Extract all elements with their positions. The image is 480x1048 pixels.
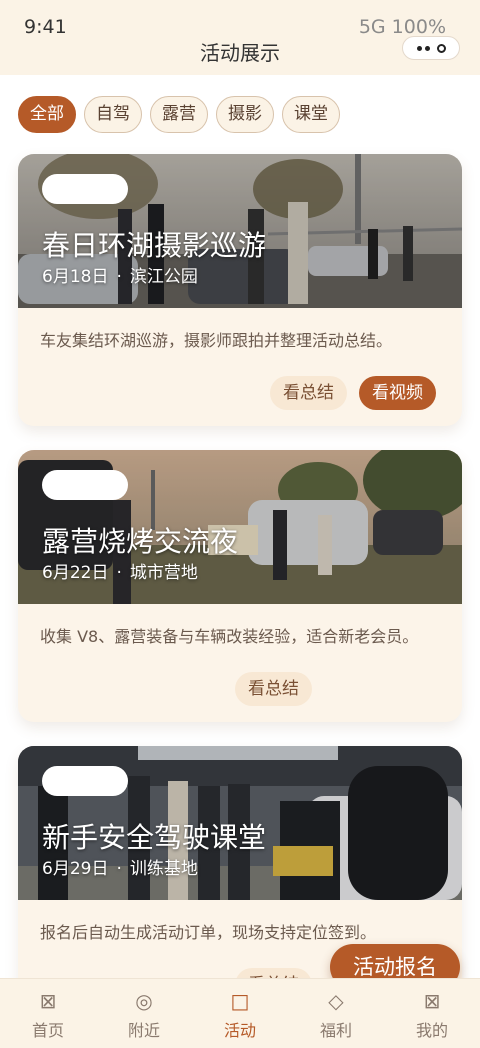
view-video-button[interactable]: 看视频 — [359, 376, 436, 410]
tab-home[interactable]: ⊠ 首页 — [0, 979, 96, 1048]
close-circle-icon — [436, 43, 446, 53]
diamond-icon: ◇ — [328, 989, 344, 1013]
event-meta: 6月18日 · 滨江公园 — [42, 267, 198, 287]
event-location: 训练基地 — [129, 859, 198, 879]
filter-chip-all[interactable]: 全部 — [18, 96, 76, 133]
target-icon: ◎ — [135, 989, 153, 1013]
filter-chip-class[interactable]: 课堂 — [282, 96, 340, 133]
tab-label: 附近 — [127, 1021, 160, 1040]
event-title: 露营烧烤交流夜 — [42, 525, 239, 558]
event-photo: 露营烧烤交流夜 6月22日 · 城市营地 — [18, 450, 462, 604]
more-dot-icon — [424, 45, 430, 51]
category-badge — [42, 174, 128, 204]
filter-chip-camping[interactable]: 露营 — [150, 96, 208, 133]
event-description: 收集 V8、露营装备与车辆改装经验，适合新老会员。 — [40, 627, 419, 646]
category-badge — [42, 766, 128, 796]
event-photo: 春日环湖摄影巡游 6月18日 · 滨江公园 — [18, 154, 462, 308]
event-actions: 看总结 — [235, 672, 436, 706]
event-title: 新手安全驾驶课堂 — [42, 821, 267, 854]
view-summary-button[interactable]: 看总结 — [270, 376, 347, 410]
event-actions: 看总结 看视频 — [270, 376, 436, 410]
more-dot-icon — [416, 45, 422, 51]
filter-chip-photography[interactable]: 摄影 — [216, 96, 274, 133]
event-card[interactable]: 春日环湖摄影巡游 6月18日 · 滨江公园 车友集结环湖巡游，摄影师跟拍并整理活动总… — [18, 154, 462, 426]
tab-label: 活动 — [223, 1021, 256, 1040]
event-date: 6月22日 — [42, 563, 109, 583]
header: 9:41 5G 100% 活动展示 — [0, 0, 480, 75]
view-summary-button[interactable]: 看总结 — [235, 672, 312, 706]
event-card[interactable]: 露营烧烤交流夜 6月22日 · 城市营地 收集 V8、露营装备与车辆改装经验，适合新… — [18, 450, 462, 722]
event-meta: 6月29日 · 训练基地 — [42, 859, 198, 879]
filter-bar: 全部 自驾 露营 摄影 课堂 — [18, 96, 340, 133]
bottom-tab-bar: ⊠ 首页 ◎ 附近 □ 活动 ◇ 福利 ⊠ 我的 — [0, 978, 480, 1048]
event-location: 滨江公园 — [129, 267, 198, 287]
event-date: 6月18日 — [42, 267, 109, 287]
event-date: 6月29日 — [42, 859, 109, 879]
category-badge — [42, 470, 128, 500]
box-x-icon: ⊠ — [423, 989, 441, 1013]
tab-events[interactable]: □ 活动 — [192, 979, 288, 1048]
tab-label: 首页 — [31, 1021, 64, 1040]
event-photo: 新手安全驾驶课堂 6月29日 · 训练基地 — [18, 746, 462, 900]
square-icon: □ — [230, 989, 250, 1013]
event-location: 城市营地 — [129, 563, 198, 583]
event-title: 春日环湖摄影巡游 — [42, 229, 267, 262]
status-time: 9:41 — [24, 16, 67, 38]
tab-label: 福利 — [319, 1021, 352, 1040]
tab-profile[interactable]: ⊠ 我的 — [384, 979, 480, 1048]
event-meta: 6月22日 · 城市营地 — [42, 563, 198, 583]
menu-capsule-button[interactable] — [402, 36, 460, 60]
tab-label: 我的 — [415, 1021, 448, 1040]
event-description: 报名后自动生成活动订单，现场支持定位签到。 — [40, 923, 377, 942]
filter-chip-selfdrive[interactable]: 自驾 — [84, 96, 142, 133]
box-x-icon: ⊠ — [39, 989, 57, 1013]
tab-nearby[interactable]: ◎ 附近 — [96, 979, 192, 1048]
event-description: 车友集结环湖巡游，摄影师跟拍并整理活动总结。 — [40, 331, 393, 350]
status-network: 5G 100% — [358, 16, 446, 38]
tab-benefits[interactable]: ◇ 福利 — [288, 979, 384, 1048]
